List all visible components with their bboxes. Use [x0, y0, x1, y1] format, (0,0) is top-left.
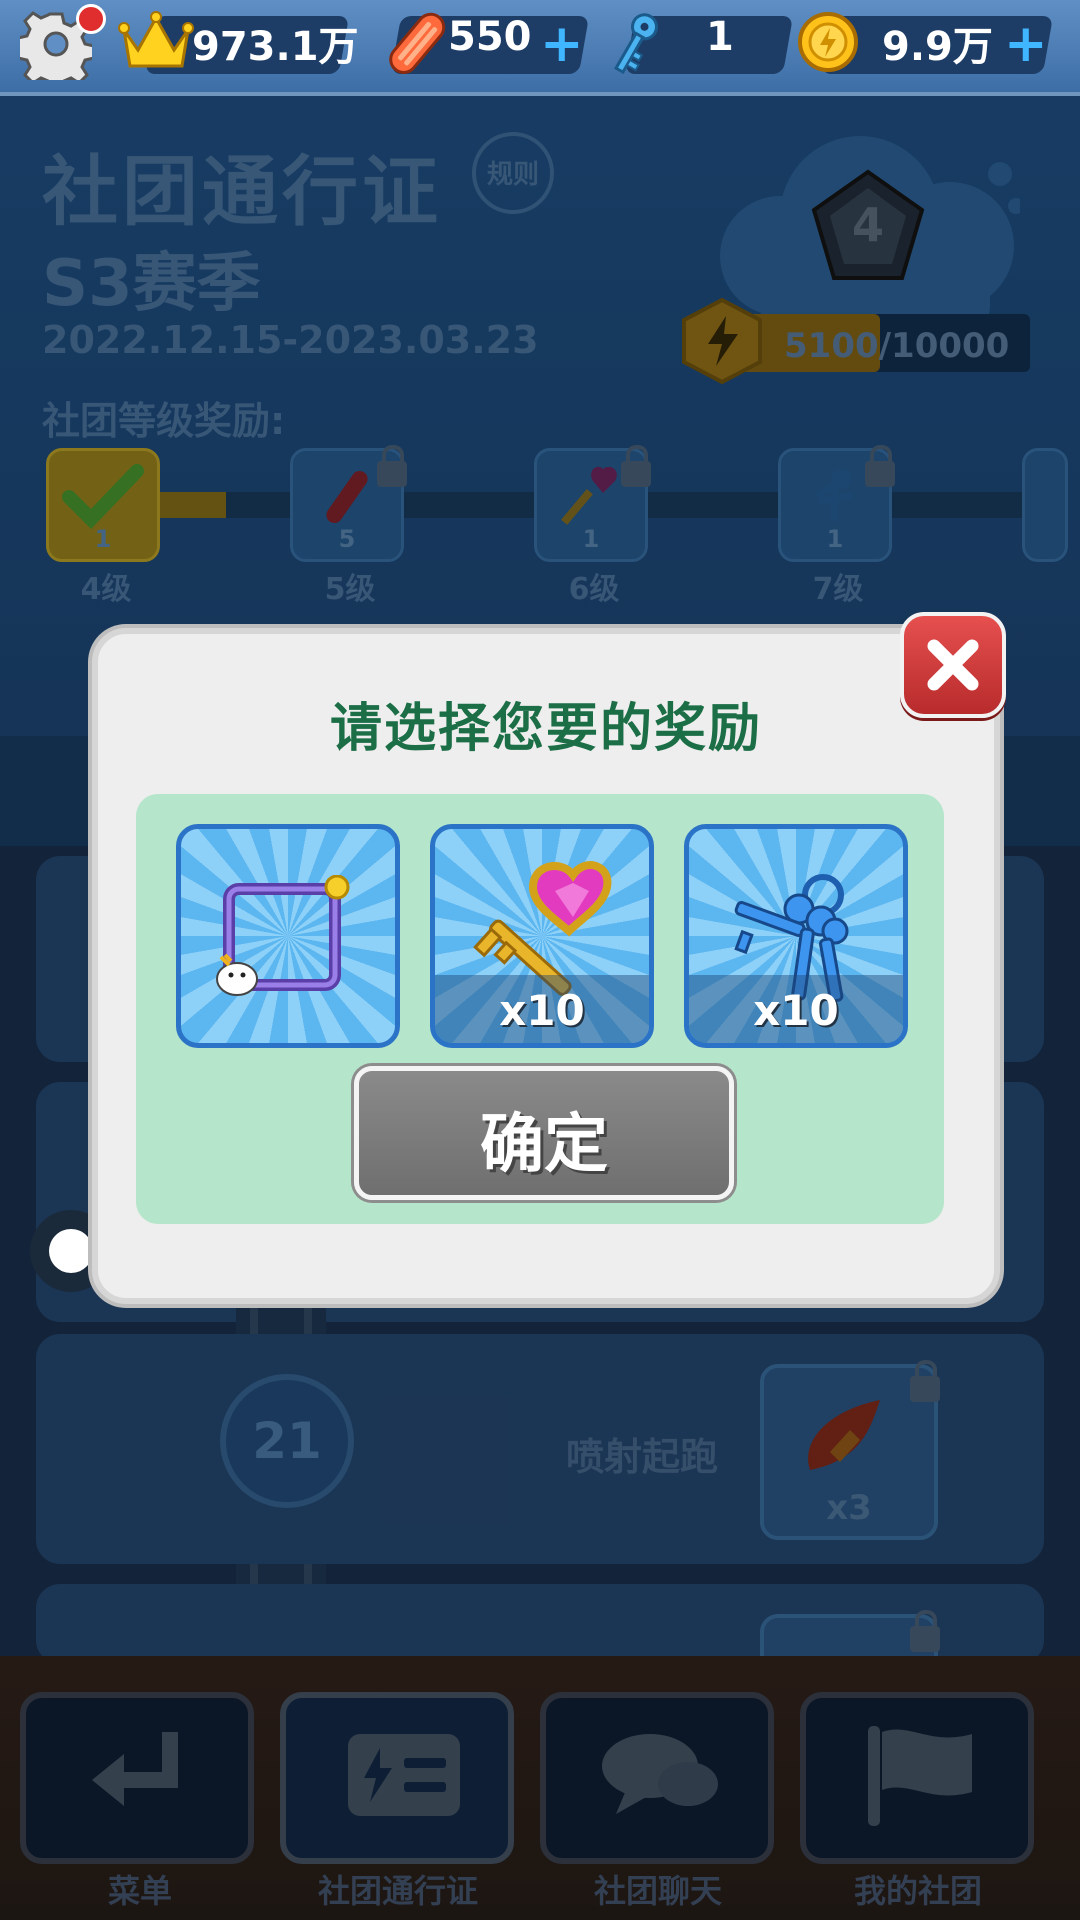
- crowns-value: 973.1万: [192, 24, 359, 70]
- reward-qty: x10: [499, 986, 585, 1035]
- reward-options-panel: x10 x10 确定: [136, 794, 944, 1224]
- top-resource-bar: 973.1万 550 + 1 9.9万 +: [0, 0, 1080, 96]
- reward-choice-dialog: 请选择您要的奖励 x10 x10 确定: [92, 628, 1000, 1304]
- notification-dot: [76, 4, 106, 34]
- hoverboard-icon: [389, 12, 446, 74]
- coins-value: 9.9万: [882, 24, 993, 70]
- boards-value: 550: [448, 14, 532, 60]
- dialog-title: 请选择您要的奖励: [329, 699, 762, 759]
- avatar-frame-icon: [216, 875, 350, 996]
- close-icon: [927, 639, 979, 691]
- close-button[interactable]: [900, 612, 1006, 718]
- reward-option-heart-key[interactable]: x10: [430, 824, 654, 1048]
- confirm-button[interactable]: 确定: [354, 1066, 734, 1200]
- reward-qty: x10: [753, 986, 839, 1035]
- reward-option-frame[interactable]: [176, 824, 400, 1048]
- key-icon: [613, 13, 658, 75]
- confirm-button-label: 确定: [480, 1108, 608, 1182]
- settings-button[interactable]: [16, 4, 106, 92]
- crown-icon: [118, 11, 194, 68]
- add-coins-button[interactable]: +: [1004, 14, 1048, 74]
- coin-icon: [798, 12, 858, 72]
- keys-value: 1: [706, 14, 734, 60]
- reward-option-keys[interactable]: x10: [684, 824, 908, 1048]
- add-boards-button[interactable]: +: [540, 14, 584, 74]
